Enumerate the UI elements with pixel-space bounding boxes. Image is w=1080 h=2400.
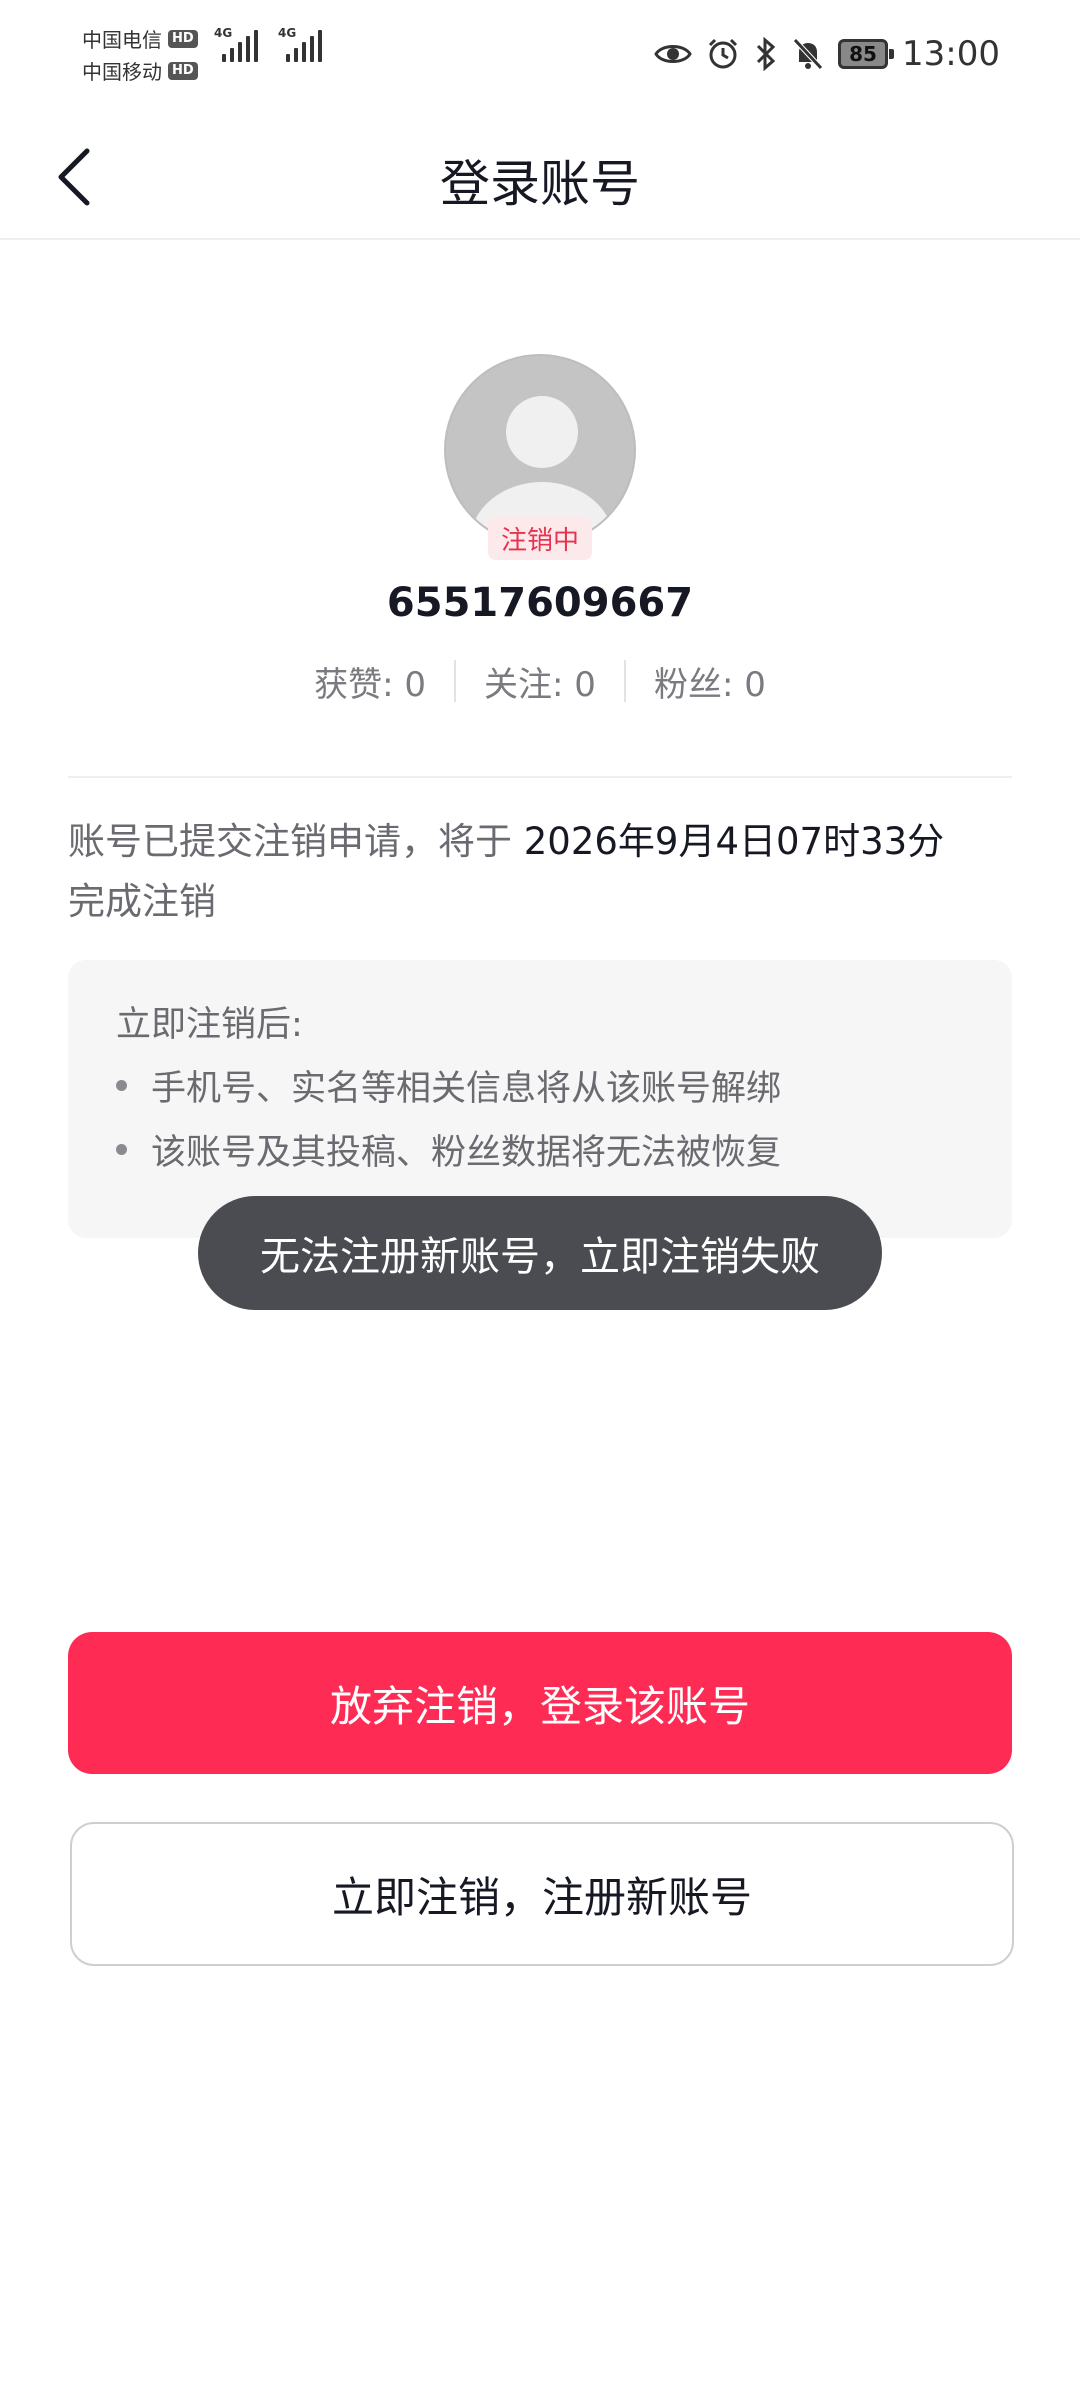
- list-item: 该账号及其投稿、粉丝数据将无法被恢复: [116, 1124, 781, 1175]
- carrier-2-name: 中国移动: [82, 60, 162, 84]
- nav-bar: 登录账号: [0, 112, 1080, 240]
- section-divider: [68, 776, 1012, 778]
- battery-icon: 85: [838, 39, 895, 69]
- eye-icon: [654, 45, 692, 63]
- status-right: 85 13:00: [654, 30, 1000, 78]
- stat-following: 关注: 0: [484, 664, 596, 705]
- network-type-1: 4G: [214, 26, 233, 40]
- toast-message: 无法注册新账号，立即注销失败: [198, 1196, 882, 1310]
- bluetooth-icon: [756, 37, 776, 71]
- signal-2-icon: 4G: [278, 26, 322, 62]
- notice-date: 2026年9月4日07时33分: [523, 820, 945, 863]
- mute-bell-icon: [793, 38, 823, 70]
- signal-1-icon: 4G: [214, 26, 258, 62]
- carrier-1-name: 中国电信: [82, 28, 162, 52]
- info-item-text: 手机号、实名等相关信息将从该账号解绑: [151, 1069, 782, 1109]
- stat-fans: 粉丝: 0: [653, 664, 766, 705]
- network-type-2: 4G: [278, 26, 297, 40]
- hd-badge-2: HD: [168, 61, 198, 80]
- page-title: 登录账号: [440, 155, 640, 213]
- info-title: 立即注销后:: [116, 1005, 303, 1045]
- clock: 13:00: [902, 34, 1000, 74]
- stats-row: 获赞: 0 关注: 0 粉丝: 0: [0, 656, 1080, 706]
- alarm-icon: [708, 38, 738, 69]
- hd-badge-1: HD: [168, 29, 198, 48]
- abandon-cancellation-login-button[interactable]: 放弃注销，登录该账号: [68, 1632, 1012, 1774]
- cancellation-notice: 账号已提交注销申请，将于 2026年9月4日07时33分 完成注销: [68, 812, 1012, 932]
- user-id: 65517609667: [386, 580, 694, 626]
- battery-level: 85: [849, 42, 877, 66]
- notice-suffix: 完成注销: [68, 880, 216, 923]
- cancel-now-register-button[interactable]: 立即注销，注册新账号: [70, 1822, 1014, 1966]
- list-item: 手机号、实名等相关信息将从该账号解绑: [116, 1060, 781, 1111]
- carrier-2: 中国移动 HD: [82, 56, 198, 85]
- bullet-icon: [116, 1144, 127, 1155]
- status-badge: 注销中: [488, 516, 592, 560]
- stat-likes: 获赞: 0: [314, 664, 427, 705]
- status-bar: 中国电信 HD 中国移动 HD 4G 4G 85 13:00: [0, 0, 1080, 110]
- carrier-1: 中国电信 HD: [82, 24, 198, 53]
- bullet-icon: [116, 1080, 127, 1091]
- notice-prefix: 账号已提交注销申请，将于: [68, 820, 524, 863]
- info-item-text: 该账号及其投稿、粉丝数据将无法被恢复: [151, 1133, 782, 1173]
